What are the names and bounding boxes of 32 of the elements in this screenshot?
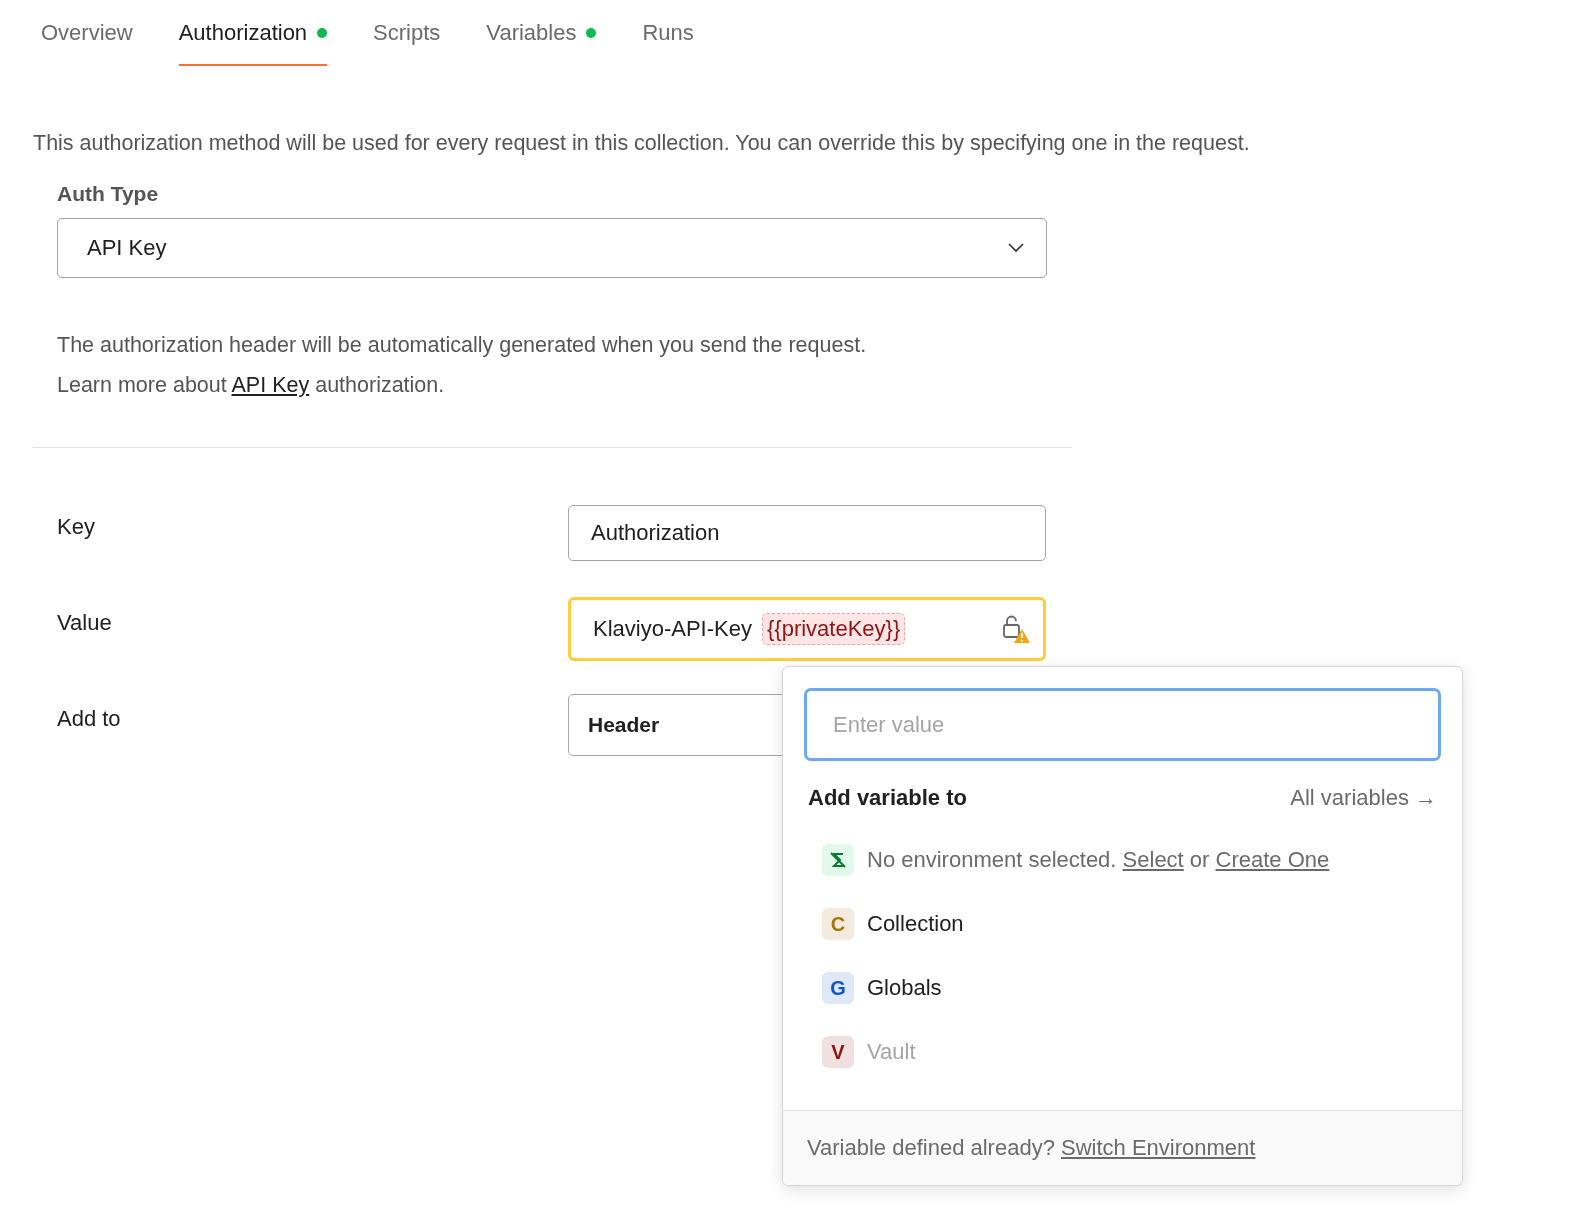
scope-badge: V [822,1036,854,1068]
help-text: Learn more about API Key authorization. [57,372,446,399]
link[interactable]: Select [1122,847,1184,872]
scope-option[interactable]: Collection [867,911,964,937]
value-input[interactable]: Klaviyo-API-Key {{privateKey}} [568,597,1046,661]
tab[interactable]: Variables [486,0,597,66]
scope-option: Vault [867,1039,916,1065]
description-text: This authorization method will be used for every request in this collection. You can override this by specifying one in the request. [33,130,1251,157]
variable-token: {{privateKey}} [761,613,906,645]
scope-option[interactable]: Globals [867,975,942,1001]
value-input[interactable]: Enter value [804,688,1441,761]
scope-badge: C [822,908,854,940]
link[interactable]: Create One [1215,847,1330,872]
auth-type-dropdown[interactable]: API Key [57,218,1047,278]
field-label: Key [57,514,96,540]
key-input[interactable]: Authorization [568,505,1046,561]
environment-message: No environment selected. Select or Create One [867,847,1330,873]
link[interactable]: API Key [231,373,310,397]
tab[interactable]: Runs [642,0,694,66]
section-heading: Add variable to [808,785,967,811]
field-label: Add to [57,706,122,732]
all-variables-link[interactable]: All variables → [1290,785,1437,811]
tab[interactable]: Overview [41,0,133,66]
tab[interactable]: Authorization [178,0,328,66]
field-label: Value [57,610,113,636]
footer-text: Variable defined already? Switch Environment [807,1135,1256,1161]
field-label: Auth Type [57,182,160,206]
scope-badge: G [822,972,854,1004]
chevron-down-icon [1008,243,1024,253]
help-text: The authorization header will be automatically generated when you send the request. [57,332,868,359]
link[interactable]: Switch Environment [1061,1135,1256,1160]
tab[interactable]: Scripts [373,0,441,66]
